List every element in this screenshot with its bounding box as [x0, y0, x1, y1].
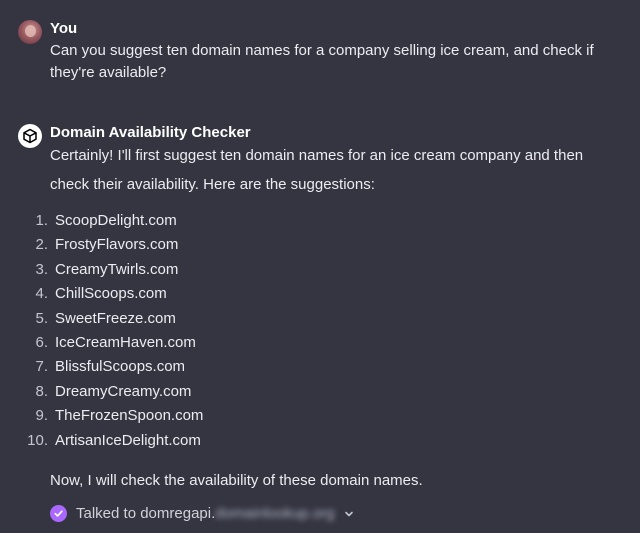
assistant-message: Domain Availability Checker Certainly! I… [18, 122, 622, 526]
user-avatar [18, 20, 42, 44]
user-message-text: Can you suggest ten domain names for a c… [50, 42, 594, 81]
list-item-domain: ScoopDelight.com [55, 212, 177, 229]
check-circle-icon [50, 505, 67, 523]
list-item: 1ScoopDelight.com [35, 209, 622, 233]
chevron-down-icon[interactable] [343, 508, 355, 520]
list-item-domain: CreamyTwirls.com [55, 260, 179, 278]
list-item: 6IceCreamHaven.com [35, 331, 622, 355]
assistant-followup-text: Now, I will check the availability of th… [50, 471, 423, 489]
list-item-number: 7 [18, 355, 48, 379]
list-item-number: 3 [18, 258, 48, 282]
list-item-domain: TheFrozenSpoon.com [55, 407, 204, 425]
tool-call-blurred-domain: domainlookup.org [215, 505, 335, 523]
list-item-number: 9 [18, 404, 48, 428]
list-item: 10ArtisanIceDelight.com [27, 429, 622, 453]
user-author-name: You [50, 20, 78, 37]
list-item-number: 4 [18, 282, 48, 306]
list-item: 2FrostyFlavors.com [35, 233, 622, 257]
list-item-number: 6 [18, 331, 48, 355]
list-item: 5SweetFreeze.com [35, 307, 622, 331]
list-item: 8DreamyCreamy.com [35, 380, 622, 404]
tool-call-toggle[interactable]: Talked to domregapi. domainlookup.org [50, 502, 622, 526]
list-item-domain: DreamyCreamy.com [55, 382, 192, 400]
list-item-number: 10 [18, 429, 48, 453]
list-item-number: 2 [18, 233, 48, 257]
list-item: 7BlissfulScoops.com [35, 355, 622, 379]
assistant-avatar [18, 124, 42, 148]
user-message-content: You Can you suggest ten domain names for… [50, 18, 622, 84]
user-message: You Can you suggest ten domain names for… [18, 18, 622, 84]
list-item-number: 5 [18, 307, 48, 331]
list-item-domain: FrostyFlavors.com [55, 236, 179, 254]
list-item: 4ChillScoops.com [35, 282, 622, 306]
list-item-domain: SweetFreeze.com [55, 309, 176, 327]
list-item-domain: IceCreamHaven.com [55, 333, 196, 351]
list-item-domain: ArtisanIceDelight.com [55, 431, 201, 449]
list-item-domain: BlissfulScoops.com [55, 358, 186, 376]
list-item: 9TheFrozenSpoon.com [35, 404, 622, 428]
assistant-message-content: Domain Availability Checker Certainly! I… [27, 122, 622, 526]
list-item-number: 1 [18, 209, 48, 233]
list-item-number: 8 [18, 380, 48, 404]
cube-icon [23, 128, 37, 144]
tool-call-label: Talked to domregapi. [76, 505, 216, 523]
list-item-domain: ChillScoops.com [55, 285, 167, 303]
assistant-intro-text: Certainly! I'll first suggest ten domain… [50, 147, 584, 193]
domain-suggestion-list: 1ScoopDelight.com 2FrostyFlavors.com 3Cr… [27, 209, 622, 453]
list-item: 3CreamyTwirls.com [35, 258, 622, 282]
